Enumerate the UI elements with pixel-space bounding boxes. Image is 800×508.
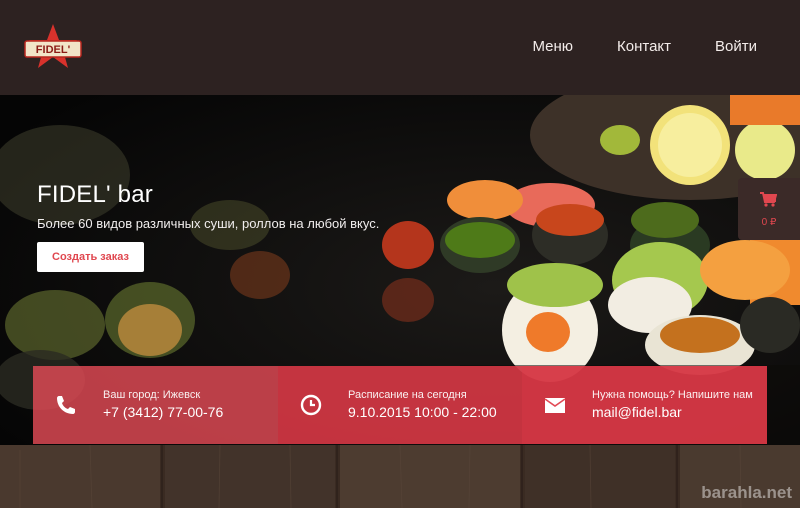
phone-icon: [57, 396, 75, 414]
cart-button[interactable]: 0 ₽: [738, 178, 800, 240]
info-label: Ваш город: Ижевск: [103, 389, 201, 401]
nav-login[interactable]: Войти: [715, 38, 757, 55]
create-order-button[interactable]: Создать заказ: [37, 242, 144, 272]
logo-text: FIDEL': [36, 44, 71, 56]
info-label: Расписание на сегодня: [348, 389, 467, 401]
hero-subtitle: Более 60 видов различных суши, роллов на…: [37, 216, 380, 231]
main-nav: Меню Контакт Войти: [532, 38, 757, 55]
nav-contact[interactable]: Контакт: [617, 38, 671, 55]
top-header: FIDEL' Меню Контакт Войти: [0, 0, 800, 95]
hero-title: FIDEL' bar: [37, 181, 153, 208]
nav-menu[interactable]: Меню: [532, 38, 573, 55]
info-label: Нужна помощь? Напишите нам: [592, 389, 753, 401]
info-value: mail@fidel.bar: [592, 404, 682, 420]
clock-icon: [300, 394, 322, 416]
cart-total: 0 ₽: [761, 217, 777, 228]
info-help-email[interactable]: Нужна помощь? Напишите нам mail@fidel.ba…: [522, 366, 767, 444]
cart-icon: [760, 192, 777, 207]
envelope-icon: [544, 398, 566, 413]
watermark: barahla.net: [701, 483, 792, 502]
info-bar: Ваш город: Ижевск +7 (3412) 77-00-76 Рас…: [33, 366, 767, 444]
fidel-logo[interactable]: FIDEL': [22, 22, 84, 72]
info-value: +7 (3412) 77-00-76: [103, 404, 224, 420]
info-schedule: Расписание на сегодня 9.10.2015 10:00 - …: [278, 366, 522, 444]
info-city-phone[interactable]: Ваш город: Ижевск +7 (3412) 77-00-76: [33, 366, 278, 444]
info-value: 9.10.2015 10:00 - 22:00: [348, 404, 497, 420]
wood-background: [0, 445, 800, 508]
